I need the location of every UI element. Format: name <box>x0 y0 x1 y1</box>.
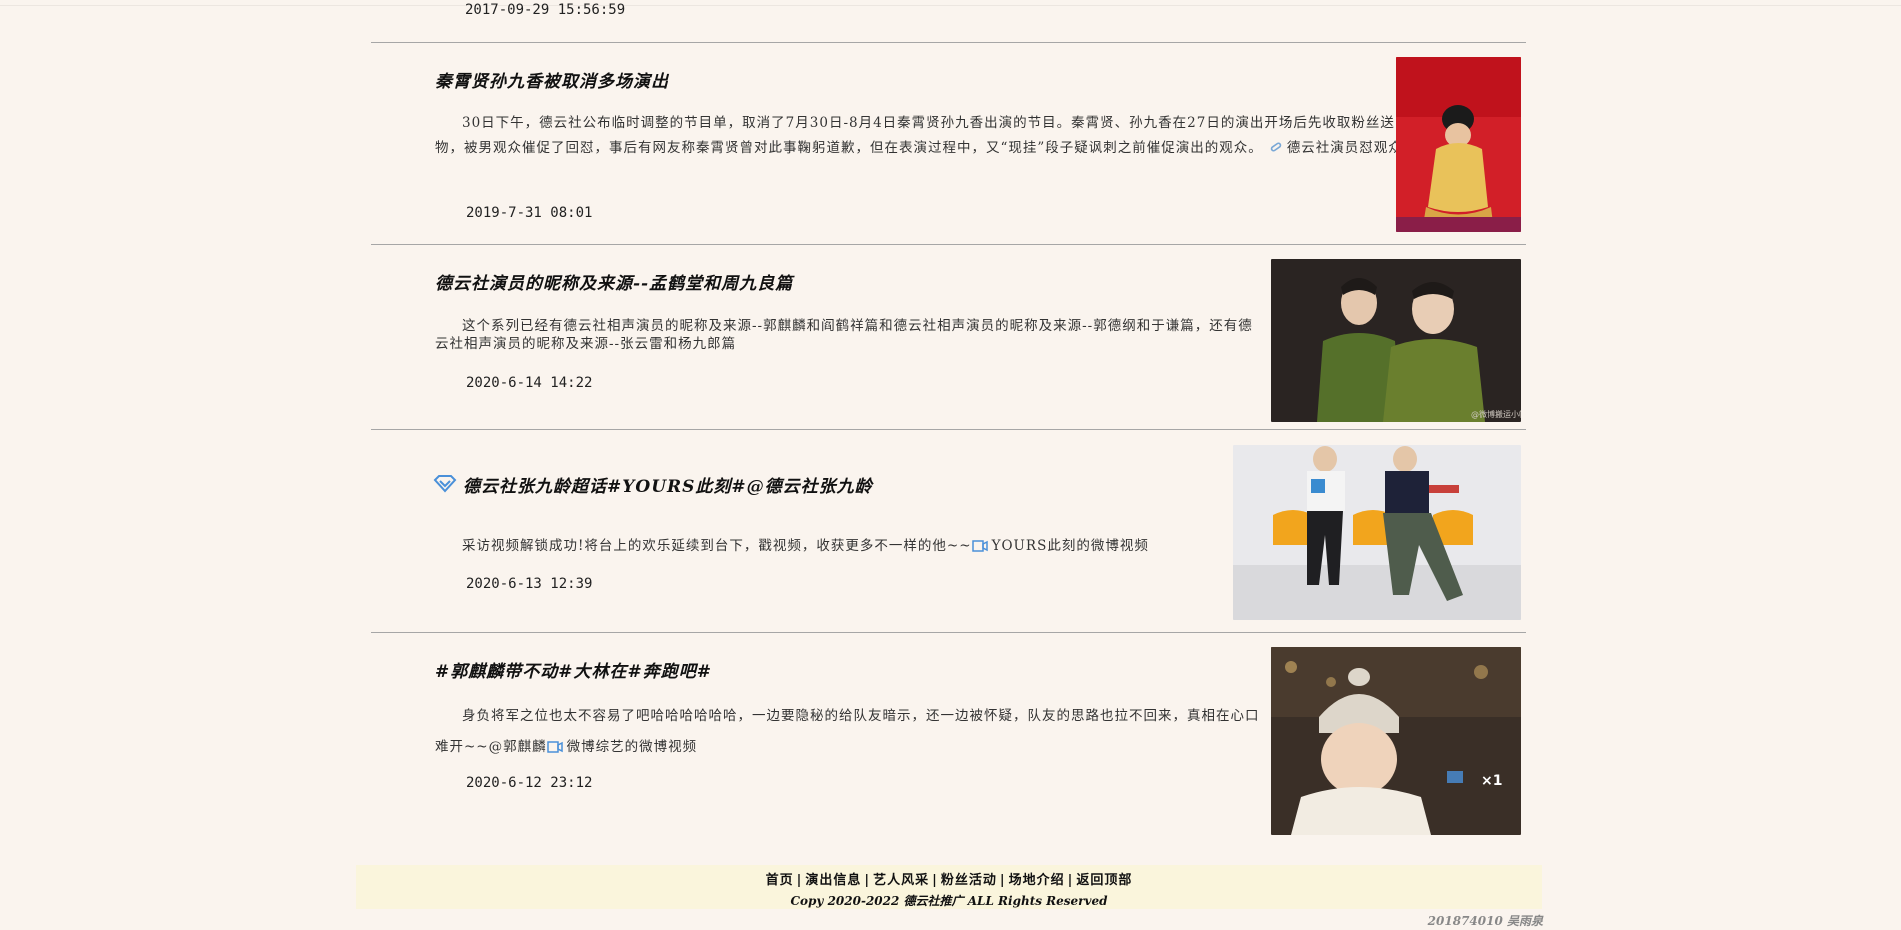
site-footer: 首页 | 演出信息 | 艺人风采 | 粉丝活动 | 场地介绍 | 返回顶部 Copy 2020-20… <box>356 865 1542 909</box>
article-item: 德云社演员的昵称及来源--孟鹤堂和周九良篇 这个系列已经有德云社相声演员的昵称及… <box>371 244 1526 430</box>
article-video-link[interactable]: 微博综艺的微博视频 <box>546 739 698 755</box>
page: 2017-09-29 15:56:59 秦霄贤孙九香被取消多场演出 30日下午，… <box>0 0 1901 930</box>
article-date: 2019-7-31 08:01 <box>466 205 593 221</box>
author-signature: 201874010 吴雨泉 <box>1427 914 1543 928</box>
article-title[interactable]: 德云社演员的昵称及来源--孟鹤堂和周九良篇 <box>435 269 793 294</box>
article-thumbnail[interactable]: @微博搬运小帽 <box>1271 259 1521 422</box>
footer-link-artists[interactable]: 艺人风采 <box>873 873 929 888</box>
top-divider <box>0 5 1901 6</box>
article-date: 2020-6-12 23:12 <box>466 775 593 791</box>
image-watermark: @微博搬运小帽 <box>1471 409 1521 419</box>
article-item: 德云社张九龄超话#YOURS此刻#@德云社张九龄 采访视频解锁成功!将台上的欢乐… <box>371 429 1526 633</box>
article-summary: 30日下午，德云社公布临时调整的节目单，取消了7月30日-8月4日秦霄贤孙九香出… <box>435 115 1453 156</box>
article-summary: 身负将军之位也太不容易了吧哈哈哈哈哈哈，一边要隐秘的给队友暗示，还一边被怀疑，队… <box>435 708 1260 755</box>
footer-link-fans[interactable]: 粉丝活动 <box>941 873 997 888</box>
article-date: 2020-6-13 12:39 <box>466 576 593 592</box>
footer-link-home[interactable]: 首页 <box>766 873 794 888</box>
article-title[interactable]: 德云社张九龄超话#YOURS此刻#@德云社张九龄 <box>433 472 873 497</box>
article-thumbnail[interactable] <box>1396 57 1521 232</box>
previous-article-date: 2017-09-29 15:56:59 <box>465 2 626 18</box>
article-summary: 这个系列已经有德云社相声演员的昵称及来源--郭麒麟和阎鹤祥篇和德云社相声演员的昵… <box>435 318 1253 352</box>
article-thumbnail[interactable]: ×1 <box>1271 647 1521 835</box>
svg-text:×1: ×1 <box>1481 773 1502 789</box>
article-summary: 采访视频解锁成功!将台上的欢乐延续到台下，戳视频，收获更多不一样的他~~ YOUR… <box>462 538 1149 554</box>
diamond-icon <box>433 475 457 493</box>
link-icon <box>1270 142 1282 152</box>
article-date: 2020-6-14 14:22 <box>466 375 593 391</box>
article-item: #郭麒麟带不动#大林在#奔跑吧# 身负将军之位也太不容易了吧哈哈哈哈哈哈，一边要… <box>371 632 1526 843</box>
footer-copyright: Copy 2020-2022 德云社推广 ALL Rights Reserved <box>790 894 1108 908</box>
video-icon <box>546 741 563 753</box>
footer-nav: 首页 | 演出信息 | 艺人风采 | 粉丝活动 | 场地介绍 | 返回顶部 <box>765 873 1133 888</box>
footer-link-shows[interactable]: 演出信息 <box>805 873 861 888</box>
article-video-link[interactable]: YOURS此刻的微博视频 <box>971 538 1149 554</box>
video-icon <box>971 540 988 552</box>
footer-link-venues[interactable]: 场地介绍 <box>1009 873 1065 888</box>
article-item: 秦霄贤孙九香被取消多场演出 30日下午，德云社公布临时调整的节目单，取消了7月3… <box>371 42 1526 245</box>
article-thumbnail[interactable] <box>1233 445 1521 620</box>
footer-link-back-to-top[interactable]: 返回顶部 <box>1076 873 1132 888</box>
article-title[interactable]: 秦霄贤孙九香被取消多场演出 <box>435 67 669 92</box>
article-title[interactable]: #郭麒麟带不动#大林在#奔跑吧# <box>435 657 712 682</box>
